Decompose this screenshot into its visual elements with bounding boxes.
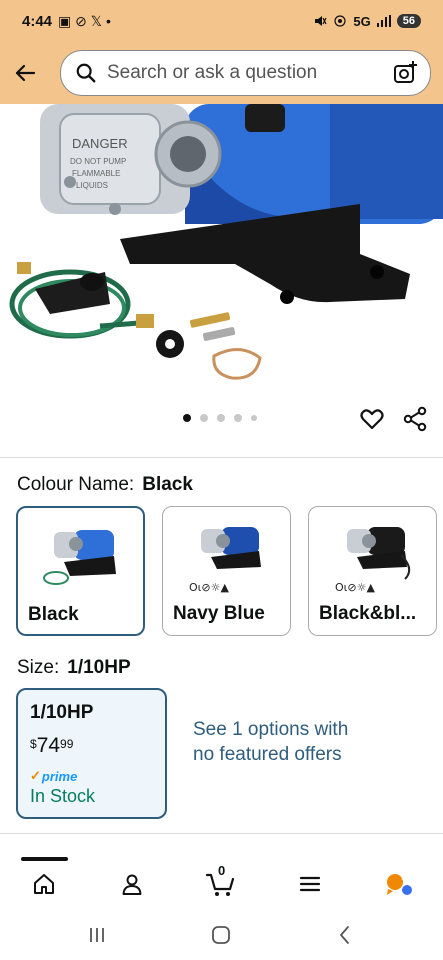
svg-text:DO NOT PUMP: DO NOT PUMP (70, 157, 126, 166)
hotspot-icon (334, 15, 347, 27)
carousel-dot[interactable] (183, 414, 191, 422)
price-currency: $ (30, 737, 37, 751)
notification-icons: ▣ ⊘ 𝕏 • (58, 12, 111, 29)
carousel-dots (183, 414, 257, 422)
network-type: 5G (353, 13, 371, 29)
nav-account[interactable] (117, 869, 147, 899)
price: $74 99 (30, 734, 153, 758)
nav-rufus-assistant[interactable] (384, 869, 414, 899)
swatch-thumbnail: Oι⊘☼▲ (189, 527, 261, 594)
status-bar: 4:44 ▣ ⊘ 𝕏 • 5G 56 (0, 0, 443, 42)
swatch-label: Black&bl... (319, 603, 417, 624)
svg-text:DANGER: DANGER (72, 136, 128, 151)
section-divider (0, 833, 443, 834)
colour-swatches: Black Oι⊘☼▲ Navy Blue Oι⊘☼▲ Black&bl... (16, 506, 437, 636)
mute-icon (315, 16, 327, 26)
price-fraction: 99 (60, 737, 74, 751)
search-box[interactable] (60, 50, 431, 96)
size-option-card[interactable]: 1/10HP $74 99 ✓ prime In Stock (16, 688, 167, 819)
swatch-thumbnail (43, 530, 116, 585)
carousel-dot[interactable] (200, 414, 208, 422)
account-icon (122, 874, 142, 895)
system-navigation-bar (0, 911, 443, 960)
status-time: 4:44 (22, 12, 53, 30)
prime-check-icon: ✓ (30, 768, 41, 783)
swatch-thumbnail: Oι⊘☼▲ (335, 527, 411, 594)
nav-menu[interactable] (295, 869, 325, 899)
home-icon (34, 874, 54, 894)
nav-home[interactable] (29, 869, 59, 899)
carousel-dot[interactable] (217, 414, 225, 422)
svg-text:LIQUIDS: LIQUIDS (76, 181, 108, 190)
cart-count: 0 (218, 863, 226, 878)
svg-text:Oι⊘☼▲: Oι⊘☼▲ (335, 581, 375, 594)
search-header (0, 42, 443, 104)
nav-cart[interactable]: 0 (206, 863, 236, 899)
carousel-controls (0, 400, 443, 440)
svg-text:FLAMMABLE: FLAMMABLE (72, 169, 120, 178)
swatch-navy-blue[interactable]: Oι⊘☼▲ Navy Blue (162, 506, 291, 636)
pump-product-photo: DANGER DO NOT PUMP FLAMMABLE LIQUIDS (9, 104, 443, 380)
swatch-black[interactable]: Black (16, 506, 145, 636)
colour-label-text: Colour Name: (17, 474, 135, 495)
price-whole: 74 (36, 734, 61, 757)
size-option-name: 1/10HP (30, 702, 94, 723)
share-icon[interactable] (402, 406, 428, 432)
heart-icon[interactable] (359, 406, 385, 432)
recent-apps-icon[interactable] (85, 923, 109, 947)
colour-label: Colour Name: Black (17, 474, 193, 496)
camera-lens-icon[interactable] (392, 60, 418, 86)
size-label: Size: 1/10HP (17, 657, 131, 679)
carousel-dot[interactable] (234, 414, 242, 422)
size-label-text: Size: (17, 657, 60, 678)
status-left: 4:44 ▣ ⊘ 𝕏 • (22, 13, 111, 30)
carousel-dot[interactable] (251, 415, 257, 421)
swatch-label: Navy Blue (173, 603, 265, 624)
search-icon (76, 63, 96, 83)
menu-icon (299, 876, 321, 892)
battery-indicator: 56 (396, 14, 421, 28)
back-nav-icon[interactable] (333, 923, 357, 947)
search-input[interactable] (107, 62, 392, 84)
back-button[interactable] (12, 60, 38, 86)
swatch-black-blue[interactable]: Oι⊘☼▲ Black&bl... (308, 506, 437, 636)
bottom-nav: 0 (0, 861, 443, 911)
rufus-assistant-icon (387, 874, 412, 895)
stock-status: In Stock (30, 786, 96, 806)
see-options-link[interactable]: See 1 options with no featured offers (193, 717, 363, 767)
status-right: 5G 56 (313, 14, 421, 29)
colour-selected-value: Black (142, 474, 193, 495)
size-selected-value: 1/10HP (67, 657, 131, 678)
prime-label: prime (41, 768, 78, 784)
prime-badge: ✓ prime (30, 768, 153, 784)
signal-icon (376, 15, 391, 27)
back-arrow-icon (15, 64, 36, 82)
product-image[interactable]: DANGER DO NOT PUMP FLAMMABLE LIQUIDS (0, 104, 443, 400)
svg-text:Oι⊘☼▲: Oι⊘☼▲ (189, 581, 229, 594)
home-button-icon[interactable] (209, 923, 233, 947)
swatch-label: Black (28, 604, 79, 625)
section-divider (0, 457, 443, 458)
